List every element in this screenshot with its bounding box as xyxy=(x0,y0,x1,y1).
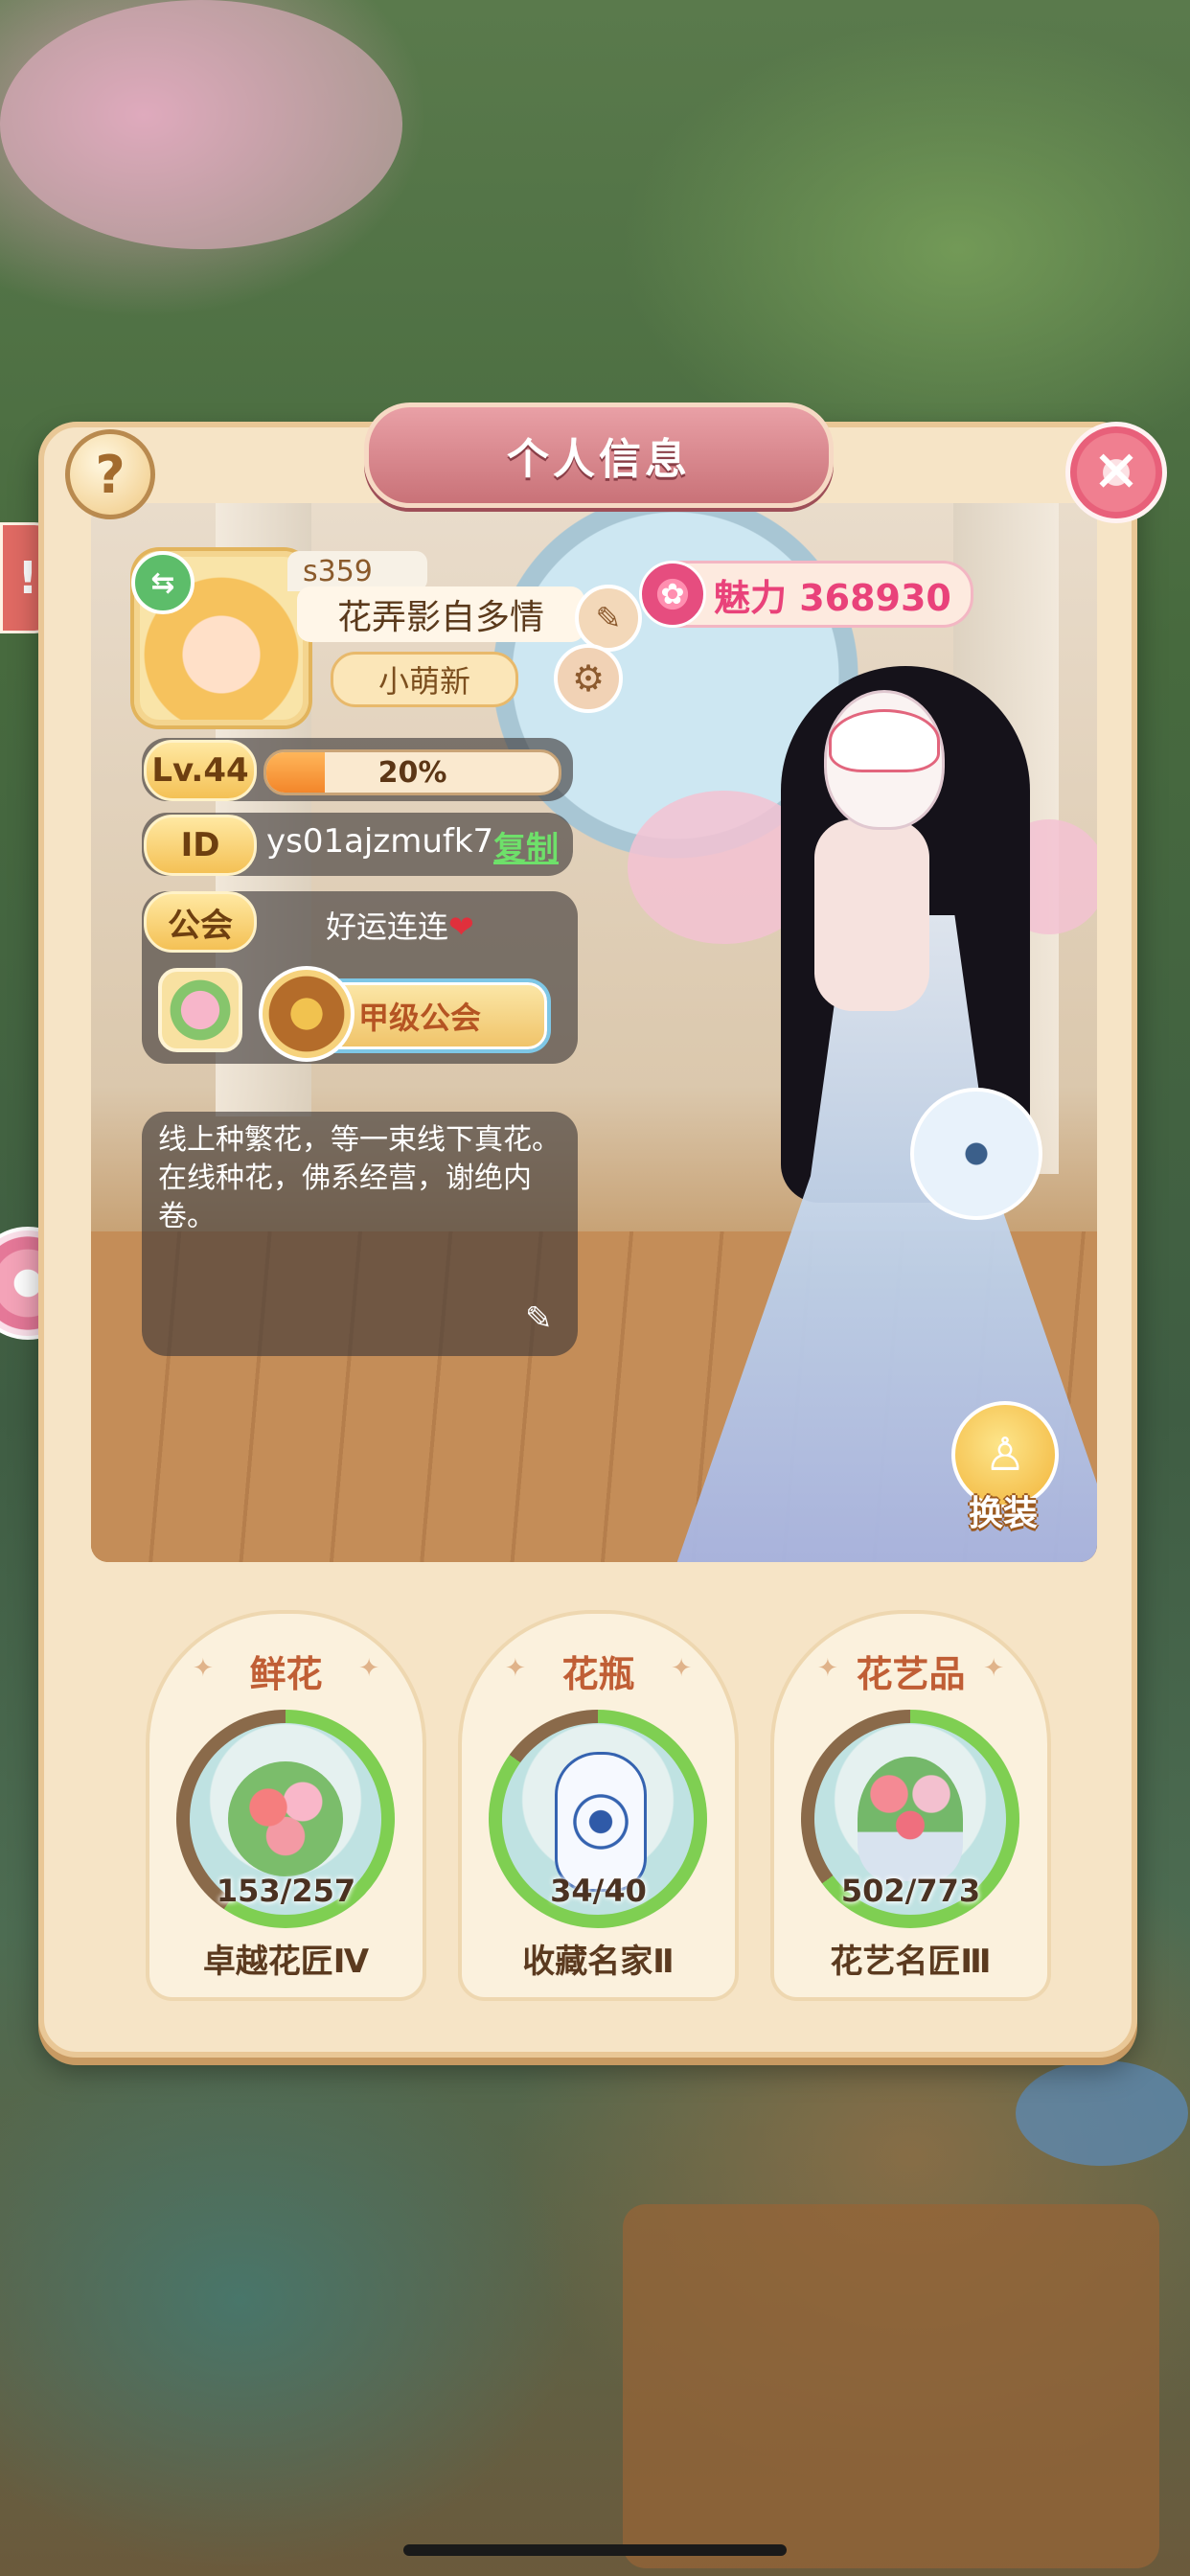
pencil-icon: ✎ xyxy=(525,1300,553,1338)
guild-label: 公会 xyxy=(144,891,257,953)
star-decoration: ✦ xyxy=(358,1654,379,1683)
character-torso xyxy=(814,819,929,1011)
edit-nickname-button[interactable]: ✎ xyxy=(575,585,642,652)
card-progress: 34/40 xyxy=(550,1873,647,1909)
card-rank: 收藏名家Ⅱ xyxy=(522,1943,675,1981)
charm-badge: ✿ 魅力 368930 xyxy=(639,561,973,628)
swap-icon[interactable]: ⇆ xyxy=(131,551,195,614)
flower-arrangement-icon xyxy=(858,1757,963,1881)
player-title-badge[interactable]: 小萌新 xyxy=(331,652,518,707)
edit-bio-button[interactable]: ✎ xyxy=(525,1300,569,1344)
bouquet-icon xyxy=(228,1761,343,1876)
vase-icon xyxy=(555,1752,647,1892)
card-progress: 502/773 xyxy=(840,1873,981,1909)
guild-emblem[interactable] xyxy=(158,968,242,1052)
charm-value: 魅力 368930 xyxy=(714,576,951,619)
level-badge: Lv.44 xyxy=(144,740,257,801)
panel-title: 个人信息 xyxy=(364,402,834,508)
copy-id-link[interactable]: 复制 xyxy=(493,822,559,869)
help-button[interactable]: ? xyxy=(65,429,155,519)
pencil-icon: ✎ xyxy=(595,600,622,636)
collection-card-flowers[interactable]: ✦ 鲜花 ✦ 153/257 卓越花匠Ⅳ xyxy=(146,1610,426,2001)
close-icon: ✕ xyxy=(1091,439,1141,506)
change-outfit-button[interactable]: ♙ 换装 xyxy=(951,1401,1059,1535)
character-feather-fan xyxy=(910,1088,1042,1220)
settings-button[interactable]: ⚙ xyxy=(554,644,623,713)
background-pond xyxy=(1016,2060,1188,2166)
vip-tag: s359 xyxy=(287,551,427,591)
home-indicator xyxy=(403,2544,787,2556)
rose-icon: ✿ xyxy=(639,561,706,628)
star-decoration: ✦ xyxy=(983,1654,1004,1683)
nickname: 花弄影自多情 xyxy=(297,586,584,642)
character-fox-mask xyxy=(829,709,940,772)
level-progress-bar: 20% xyxy=(263,749,561,795)
close-button[interactable]: ✕ xyxy=(1065,422,1167,523)
change-outfit-label: 换装 xyxy=(968,1494,1038,1533)
card-title: 花艺品 xyxy=(856,1653,966,1695)
heart-icon: ❤ xyxy=(448,908,474,945)
gear-icon: ⚙ xyxy=(571,657,606,700)
level-progress-text: 20% xyxy=(378,755,447,790)
guild-name: 好运连连❤ xyxy=(326,908,474,945)
id-label: ID xyxy=(144,815,257,876)
alert-icon: ! xyxy=(17,552,38,604)
bio-text: 线上种繁花，等一束线下真花。在线种花，佛系经营，谢绝内卷。 xyxy=(158,1123,561,1233)
collection-card-vases[interactable]: ✦ 花瓶 ✦ 34/40 收藏名家Ⅱ xyxy=(458,1610,739,2001)
player-id: ys01ajzmufk7 xyxy=(266,822,494,861)
card-rank: 卓越花匠Ⅳ xyxy=(202,1943,370,1981)
card-progress: 153/257 xyxy=(216,1873,356,1909)
background-tree-blossom xyxy=(0,0,402,249)
background-dock xyxy=(623,2204,1159,2568)
question-icon: ? xyxy=(95,444,126,505)
card-rank: 花艺名匠Ⅲ xyxy=(830,1943,992,1981)
ship-wheel-icon xyxy=(259,966,355,1062)
collection-card-arrangements[interactable]: ✦ 花艺品 ✦ 502/773 花艺名匠Ⅲ xyxy=(770,1610,1051,2001)
star-decoration: ✦ xyxy=(671,1654,692,1683)
card-title: 花瓶 xyxy=(561,1653,635,1695)
card-title: 鲜花 xyxy=(249,1653,323,1695)
